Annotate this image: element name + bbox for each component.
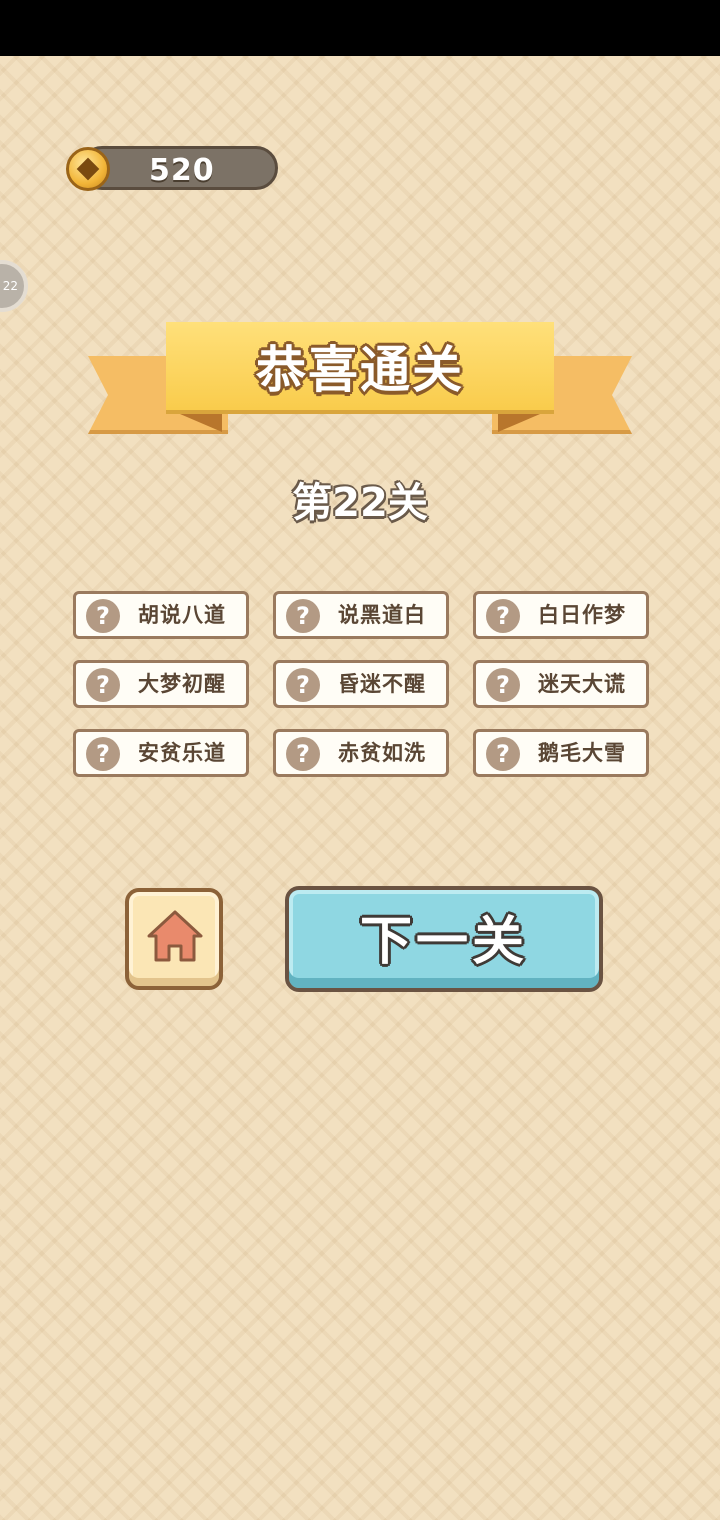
idiom-card[interactable]: ? 大梦初醒 [73, 660, 249, 708]
question-icon: ? [286, 737, 320, 771]
idiom-text: 安贫乐道 [138, 741, 226, 765]
idiom-card[interactable]: ? 说黑道白 [273, 591, 449, 639]
home-icon [147, 910, 203, 962]
congrats-banner: 恭喜通关 [166, 322, 554, 410]
idiom-text: 胡说八道 [138, 603, 226, 627]
question-icon: ? [86, 599, 120, 633]
next-level-label: 下一关 [359, 911, 528, 972]
next-level-button[interactable]: 下一关 [285, 886, 603, 992]
idiom-card[interactable]: ? 安贫乐道 [73, 729, 249, 777]
idiom-text: 迷天大谎 [538, 672, 626, 696]
idiom-card[interactable]: ? 赤贫如洗 [273, 729, 449, 777]
question-icon: ? [86, 668, 120, 702]
idiom-text: 大梦初醒 [138, 672, 226, 696]
level-label: 第22关 [292, 480, 428, 526]
question-icon: ? [486, 668, 520, 702]
question-icon: ? [86, 737, 120, 771]
idiom-card[interactable]: ? 白日作梦 [473, 591, 649, 639]
idiom-grid: ? 胡说八道 ? 说黑道白 ? 白日作梦 ? 大梦初醒 ? 昏迷不醒 ? 迷天大… [73, 591, 649, 777]
idiom-card[interactable]: ? 迷天大谎 [473, 660, 649, 708]
question-icon: ? [286, 668, 320, 702]
idiom-text: 赤贫如洗 [338, 741, 426, 765]
coin-icon [66, 147, 110, 191]
idiom-text: 白日作梦 [538, 603, 626, 627]
question-icon: ? [486, 599, 520, 633]
idiom-card[interactable]: ? 鹅毛大雪 [473, 729, 649, 777]
home-button[interactable] [125, 888, 223, 990]
question-icon: ? [486, 737, 520, 771]
banner-title: 恭喜通关 [256, 341, 464, 399]
question-icon: ? [286, 599, 320, 633]
idiom-card[interactable]: ? 昏迷不醒 [273, 660, 449, 708]
idiom-text: 说黑道白 [338, 603, 426, 627]
side-level-badge-label: 22 [2, 279, 18, 293]
coin-hole [76, 157, 100, 181]
coin-value: 520 [149, 153, 215, 188]
side-level-badge[interactable]: 22 [0, 260, 28, 312]
idiom-text: 昏迷不醒 [338, 672, 426, 696]
idiom-card[interactable]: ? 胡说八道 [73, 591, 249, 639]
status-bar [0, 0, 720, 56]
idiom-text: 鹅毛大雪 [538, 741, 626, 765]
